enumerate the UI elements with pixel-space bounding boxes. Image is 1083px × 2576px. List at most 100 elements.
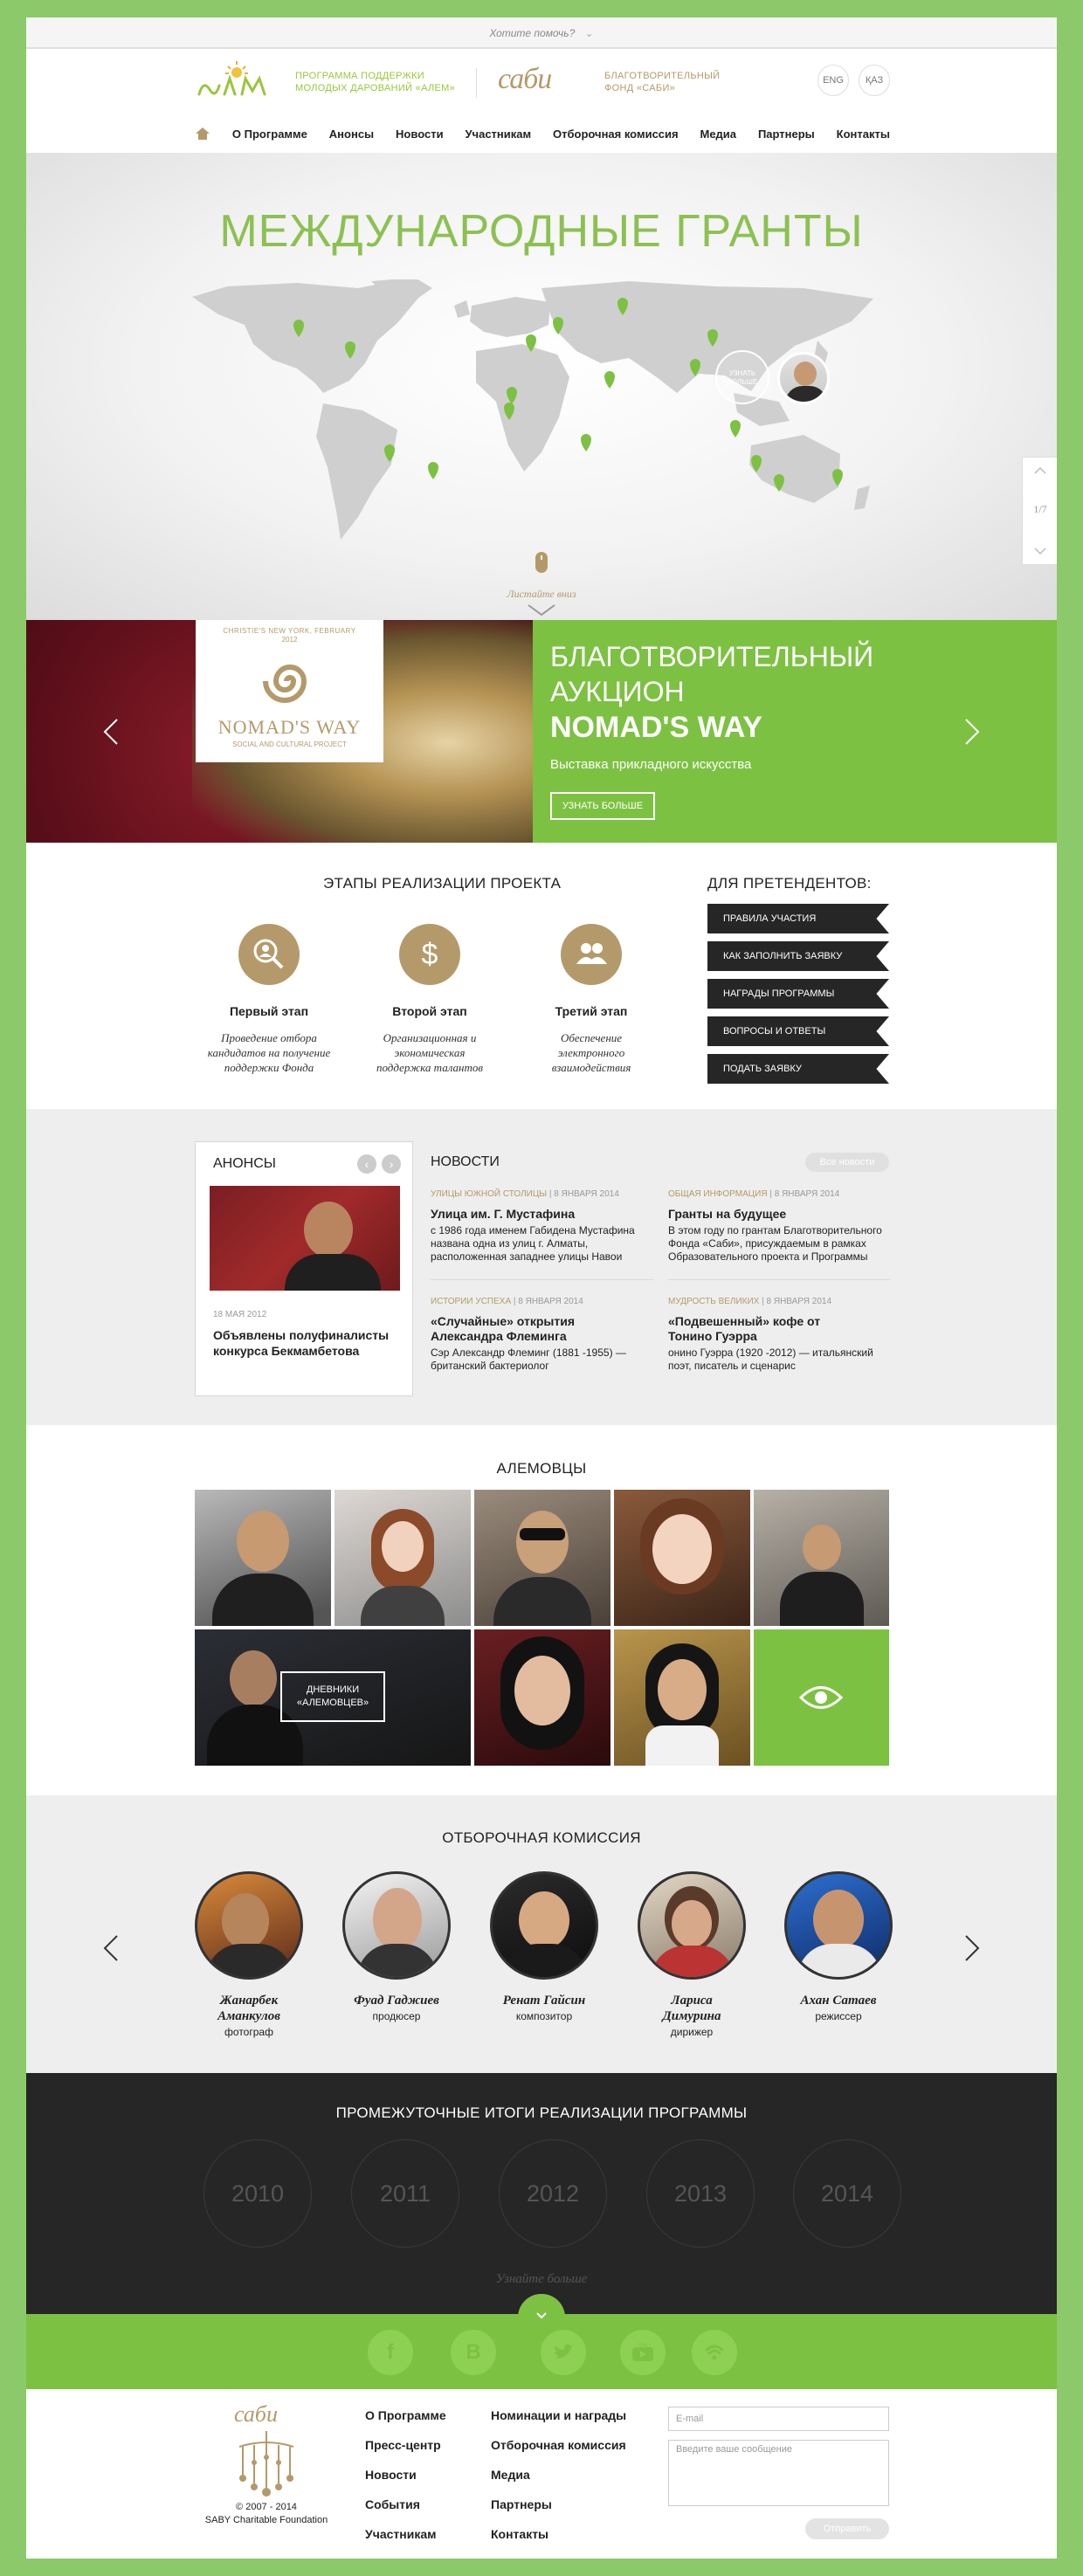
footer-link-participants[interactable]: Участникам [365,2527,436,2541]
footer-link-news[interactable]: Новости [365,2468,417,2482]
commission-prev-icon[interactable] [103,1934,119,1962]
member-photo[interactable] [474,1629,610,1766]
footer-saby-logo[interactable]: сабu [234,2401,278,2428]
commission-next-icon[interactable] [964,1934,980,1962]
footer-link-commission[interactable]: Отборочная комиссия [491,2438,626,2452]
news-1-title[interactable]: Улица им. Г. Мустафина [431,1207,659,1222]
alem-diaries-button[interactable]: ДНЕВНИКИ «АЛЕМОВЦЕВ» [280,1671,385,1722]
chevron-down-icon[interactable] [1034,547,1046,555]
year-2012-button[interactable]: 2012 [499,2139,607,2248]
view-all-tile[interactable] [754,1629,889,1766]
map-marker-icon[interactable] [345,341,355,359]
nav-about[interactable]: О Программе [232,127,307,141]
footer-link-events[interactable]: События [365,2497,420,2511]
grant-person-avatar[interactable] [777,352,830,404]
news-text-line: поэт, писатель и сценарис [668,1360,796,1372]
jury-photo[interactable] [195,1871,303,1980]
year-2013-button[interactable]: 2013 [646,2139,755,2248]
rules-link[interactable]: ПРАВИЛА УЧАСТИЯ [707,904,889,933]
map-marker-icon[interactable] [751,455,762,472]
news-4-title[interactable]: «Подвешенный» кофе от Тонино Гуэрра [668,1314,897,1344]
map-marker-icon[interactable] [617,298,628,315]
announce-headline[interactable]: Объявлены полуфиналисты конкурса Бекмамб… [213,1327,389,1359]
awards-link[interactable]: НАГРАДЫ ПРОГРАММЫ [707,979,889,1009]
send-button[interactable]: Отправить [805,2518,889,2539]
map-marker-icon[interactable] [730,420,741,437]
news-3-title[interactable]: «Случайные» открытия Александра Флеминга [431,1314,659,1344]
map-marker-icon[interactable] [428,462,438,479]
jury-photo[interactable] [342,1871,451,1980]
page-indicator: 1/7 [1033,503,1047,515]
footer-link-about[interactable]: О Программе [365,2408,446,2422]
map-marker-icon[interactable] [774,474,784,492]
map-popup-more-button[interactable]: УЗНАТЬ БОЛЬШЕ [715,350,769,404]
apply-link[interactable]: ПОДАТЬ ЗАЯВКУ [707,1054,889,1084]
map-marker-icon[interactable] [553,317,563,334]
footer-link-press[interactable]: Пресс-центр [365,2438,441,2452]
page-side-control: 1/7 [1022,457,1057,565]
slider-next-icon[interactable] [964,718,980,746]
member-photo[interactable] [754,1490,889,1626]
year-2014-button[interactable]: 2014 [793,2139,901,2248]
footer-link-contacts[interactable]: Контакты [491,2527,548,2541]
diary-tile[interactable]: ДНЕВНИКИ «АЛЕМОВЦЕВ» [195,1629,471,1766]
map-marker-icon[interactable] [293,320,304,337]
vk-button[interactable]: B [451,2330,496,2375]
member-photo[interactable] [195,1490,331,1626]
facebook-button[interactable]: f [368,2330,413,2375]
map-marker-icon[interactable] [504,403,514,420]
announce-image[interactable] [210,1186,400,1291]
lang-eng-button[interactable]: ENG [817,65,849,96]
footer-link-partners[interactable]: Партнеры [491,2497,552,2511]
chevron-left-icon[interactable]: ‹ [357,1154,376,1174]
map-marker-icon[interactable] [507,387,517,404]
jury-photo[interactable] [490,1871,598,1980]
how-to-apply-link[interactable]: КАК ЗАПОЛНИТЬ ЗАЯВКУ [707,941,889,971]
lang-kaz-button[interactable]: ҚАЗ [859,65,890,96]
jury-photo[interactable] [638,1871,746,1980]
map-popup-label-1: УЗНАТЬ [728,369,756,377]
nav-announcements[interactable]: Анонсы [329,127,374,141]
jury-photo[interactable] [784,1871,893,1980]
message-field[interactable]: Введите ваше сообщение [668,2440,889,2506]
email-field[interactable]: E-mail [668,2407,889,2431]
slide-more-button[interactable]: УЗНАТЬ БОЛЬШЕ [550,792,655,820]
map-marker-icon[interactable] [384,444,395,462]
chevron-up-icon[interactable] [1034,466,1046,475]
footer-link-media[interactable]: Медиа [491,2468,530,2482]
footer-link-nominations[interactable]: Номинации и награды [491,2408,626,2422]
slider-prev-icon[interactable] [103,718,119,746]
alem-logo[interactable] [195,59,273,103]
member-photo[interactable] [614,1629,750,1766]
mouse-icon [535,552,548,573]
saby-logo[interactable]: сабu [498,63,552,96]
nav-news[interactable]: Новости [396,127,444,141]
home-icon[interactable] [195,127,210,141]
year-2010-button[interactable]: 2010 [203,2139,312,2248]
member-photo[interactable] [614,1490,750,1626]
nav-media[interactable]: Медиа [700,127,737,141]
twitter-button[interactable] [541,2330,586,2375]
news-2-title[interactable]: Гранты на будущее [668,1207,897,1222]
all-news-button[interactable]: Все новости [805,1153,889,1172]
nav-contacts[interactable]: Контакты [837,127,890,141]
help-bar[interactable]: Хотите помочь? ⌄ [26,17,1057,49]
youtube-button[interactable]: You [620,2330,666,2375]
map-marker-icon[interactable] [526,334,536,352]
member-photo[interactable] [474,1490,610,1626]
member-photo[interactable] [335,1490,471,1626]
year-2011-button[interactable]: 2011 [351,2139,459,2248]
faq-link[interactable]: ВОПРОСЫ И ОТВЕТЫ [707,1016,889,1046]
chevron-right-icon[interactable]: › [382,1154,401,1174]
nav-commission[interactable]: Отборочная комиссия [553,127,679,141]
map-marker-icon[interactable] [707,329,718,347]
map-marker-icon[interactable] [604,371,615,389]
map-marker-icon[interactable] [690,359,700,376]
jury-name-line: Ренат Гайсин [502,1994,586,2008]
nav-participants[interactable]: Участникам [465,127,531,141]
map-marker-icon[interactable] [581,434,591,451]
rss-button[interactable] [692,2330,737,2375]
map-marker-icon[interactable] [832,469,843,486]
scroll-down-icon[interactable] [527,603,556,617]
nav-partners[interactable]: Партнеры [758,127,815,141]
